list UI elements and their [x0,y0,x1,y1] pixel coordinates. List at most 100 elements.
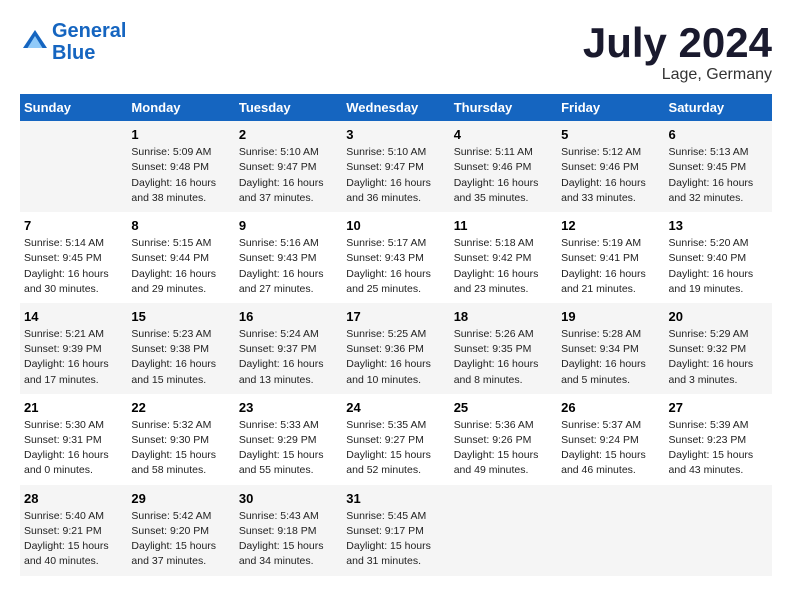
calendar-cell: 20 Sunrise: 5:29 AMSunset: 9:32 PMDayligh… [665,303,772,394]
calendar-cell: 6 Sunrise: 5:13 AMSunset: 9:45 PMDaylight… [665,121,772,212]
day-info: Sunrise: 5:43 AMSunset: 9:18 PMDaylight:… [239,509,338,570]
calendar-cell: 27Sunrise: 5:39 AMSunset: 9:23 PMDayligh… [665,394,772,485]
calendar-cell: 18Sunrise: 5:26 AMSunset: 9:35 PMDayligh… [450,303,557,394]
day-number: 28 [24,491,123,506]
day-number: 27 [669,400,768,415]
month-title: July 2024 [583,20,772,66]
day-info: Sunrise: 5:42 AMSunset: 9:20 PMDaylight:… [131,509,230,570]
calendar-cell: 17 Sunrise: 5:25 AMSunset: 9:36 PMDayligh… [342,303,449,394]
day-info: Sunrise: 5:25 AMSunset: 9:36 PMDaylight:… [346,327,445,388]
calendar-cell: 23 Sunrise: 5:33 AMSunset: 9:29 PMDayligh… [235,394,342,485]
day-info: Sunrise: 5:36 AMSunset: 9:26 PMDaylight:… [454,418,553,479]
location: Lage, Germany [583,66,772,84]
day-number: 6 [669,127,768,142]
day-info: Sunrise: 5:40 AMSunset: 9:21 PMDaylight:… [24,509,123,570]
day-info: Sunrise: 5:14 AMSunset: 9:45 PMDaylight:… [24,236,123,297]
day-info: Sunrise: 5:45 AMSunset: 9:17 PMDaylight:… [346,509,445,570]
day-number: 9 [239,218,338,233]
day-number: 18 [454,309,553,324]
day-info: Sunrise: 5:10 AMSunset: 9:47 PMDaylight:… [239,145,338,206]
day-info: Sunrise: 5:10 AMSunset: 9:47 PMDaylight:… [346,145,445,206]
day-info: Sunrise: 5:32 AMSunset: 9:30 PMDaylight:… [131,418,230,479]
day-number: 19 [561,309,660,324]
calendar-cell: 7 Sunrise: 5:14 AMSunset: 9:45 PMDaylight… [20,212,127,303]
header-day-friday: Friday [557,94,664,121]
calendar-cell: 14Sunrise: 5:21 AMSunset: 9:39 PMDayligh… [20,303,127,394]
day-info: Sunrise: 5:12 AMSunset: 9:46 PMDaylight:… [561,145,660,206]
week-row-5: 28 Sunrise: 5:40 AMSunset: 9:21 PMDayligh… [20,485,772,576]
header-day-monday: Monday [127,94,234,121]
day-info: Sunrise: 5:09 AMSunset: 9:48 PMDaylight:… [131,145,230,206]
day-number: 25 [454,400,553,415]
day-number: 29 [131,491,230,506]
day-number: 15 [131,309,230,324]
calendar-cell: 16Sunrise: 5:24 AMSunset: 9:37 PMDayligh… [235,303,342,394]
header-day-saturday: Saturday [665,94,772,121]
calendar-cell [450,485,557,576]
day-info: Sunrise: 5:16 AMSunset: 9:43 PMDaylight:… [239,236,338,297]
header-day-thursday: Thursday [450,94,557,121]
week-row-3: 14Sunrise: 5:21 AMSunset: 9:39 PMDayligh… [20,303,772,394]
calendar-cell [20,121,127,212]
calendar-cell: 26 Sunrise: 5:37 AMSunset: 9:24 PMDayligh… [557,394,664,485]
calendar-cell: 29 Sunrise: 5:42 AMSunset: 9:20 PMDayligh… [127,485,234,576]
day-number: 21 [24,400,123,415]
calendar-cell: 4Sunrise: 5:11 AMSunset: 9:46 PMDaylight… [450,121,557,212]
day-number: 1 [131,127,230,142]
logo-line2: Blue [52,42,126,64]
week-row-2: 7 Sunrise: 5:14 AMSunset: 9:45 PMDaylight… [20,212,772,303]
day-number: 16 [239,309,338,324]
week-row-4: 21 Sunrise: 5:30 AMSunset: 9:31 PMDayligh… [20,394,772,485]
day-number: 17 [346,309,445,324]
title-block: July 2024 Lage, Germany [583,20,772,84]
day-number: 30 [239,491,338,506]
day-number: 5 [561,127,660,142]
calendar-cell: 28 Sunrise: 5:40 AMSunset: 9:21 PMDayligh… [20,485,127,576]
day-number: 20 [669,309,768,324]
day-number: 4 [454,127,553,142]
day-info: Sunrise: 5:30 AMSunset: 9:31 PMDaylight:… [24,418,123,479]
calendar-cell: 8Sunrise: 5:15 AMSunset: 9:44 PMDaylight… [127,212,234,303]
logo-line1: General [52,20,126,42]
day-info: Sunrise: 5:37 AMSunset: 9:24 PMDaylight:… [561,418,660,479]
day-info: Sunrise: 5:19 AMSunset: 9:41 PMDaylight:… [561,236,660,297]
calendar-cell: 1 Sunrise: 5:09 AMSunset: 9:48 PMDaylight… [127,121,234,212]
calendar-cell: 13Sunrise: 5:20 AMSunset: 9:40 PMDayligh… [665,212,772,303]
day-number: 14 [24,309,123,324]
day-number: 8 [131,218,230,233]
day-info: Sunrise: 5:17 AMSunset: 9:43 PMDaylight:… [346,236,445,297]
day-info: Sunrise: 5:28 AMSunset: 9:34 PMDaylight:… [561,327,660,388]
day-info: Sunrise: 5:23 AMSunset: 9:38 PMDaylight:… [131,327,230,388]
calendar-cell: 31 Sunrise: 5:45 AMSunset: 9:17 PMDayligh… [342,485,449,576]
calendar-cell: 21 Sunrise: 5:30 AMSunset: 9:31 PMDayligh… [20,394,127,485]
calendar-cell: 5 Sunrise: 5:12 AMSunset: 9:46 PMDaylight… [557,121,664,212]
day-number: 2 [239,127,338,142]
day-info: Sunrise: 5:18 AMSunset: 9:42 PMDaylight:… [454,236,553,297]
calendar-cell: 22 Sunrise: 5:32 AMSunset: 9:30 PMDayligh… [127,394,234,485]
day-number: 26 [561,400,660,415]
day-info: Sunrise: 5:33 AMSunset: 9:29 PMDaylight:… [239,418,338,479]
day-info: Sunrise: 5:20 AMSunset: 9:40 PMDaylight:… [669,236,768,297]
day-number: 11 [454,218,553,233]
day-info: Sunrise: 5:29 AMSunset: 9:32 PMDaylight:… [669,327,768,388]
calendar-cell [557,485,664,576]
calendar-cell: 10Sunrise: 5:17 AMSunset: 9:43 PMDayligh… [342,212,449,303]
header-day-tuesday: Tuesday [235,94,342,121]
calendar-cell [665,485,772,576]
calendar-cell: 25 Sunrise: 5:36 AMSunset: 9:26 PMDayligh… [450,394,557,485]
day-number: 23 [239,400,338,415]
calendar-cell: 3 Sunrise: 5:10 AMSunset: 9:47 PMDaylight… [342,121,449,212]
calendar-cell: 9 Sunrise: 5:16 AMSunset: 9:43 PMDaylight… [235,212,342,303]
day-number: 7 [24,218,123,233]
calendar-cell: 30 Sunrise: 5:43 AMSunset: 9:18 PMDayligh… [235,485,342,576]
day-number: 22 [131,400,230,415]
day-number: 31 [346,491,445,506]
day-number: 24 [346,400,445,415]
day-info: Sunrise: 5:13 AMSunset: 9:45 PMDaylight:… [669,145,768,206]
day-number: 3 [346,127,445,142]
day-info: Sunrise: 5:35 AMSunset: 9:27 PMDaylight:… [346,418,445,479]
logo: General Blue [20,20,126,64]
logo-icon [20,27,50,57]
calendar-body: 1 Sunrise: 5:09 AMSunset: 9:48 PMDaylight… [20,121,772,575]
calendar-cell: 11 Sunrise: 5:18 AMSunset: 9:42 PMDayligh… [450,212,557,303]
